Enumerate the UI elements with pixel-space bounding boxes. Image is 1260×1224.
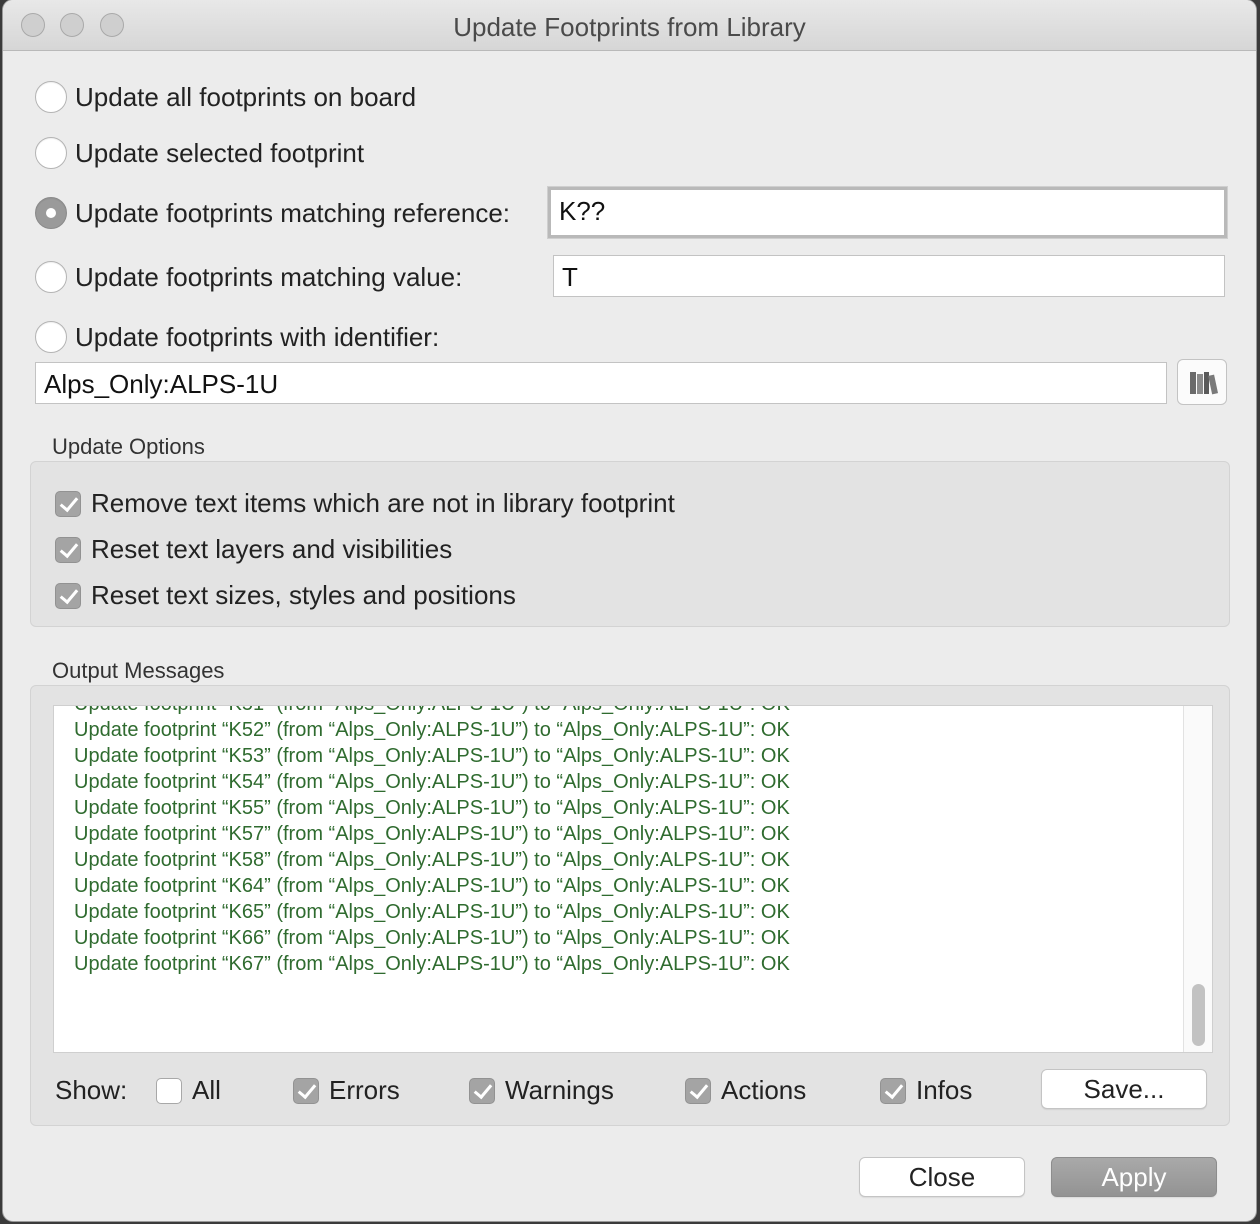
list-item: Update footprint “K57” (from “Alps_Only:… [74,823,790,845]
radio-update-selected[interactable]: Update selected footprint [35,135,364,171]
checkbox[interactable] [293,1077,319,1104]
apply-button[interactable]: Apply [1051,1157,1217,1197]
radio-update-by-reference[interactable]: Update footprints matching reference: [35,195,510,231]
list-item: Update footprint “K58” (from “Alps_Only:… [74,849,790,871]
radio-label: Update all footprints on board [75,81,417,112]
checkbox-label: All [192,1075,221,1105]
vertical-scrollbar[interactable] [1183,706,1212,1052]
list-item: Update footprint “K54” (from “Alps_Only:… [74,771,790,793]
radio-update-by-value[interactable]: Update footprints matching value: [35,259,462,295]
checkbox-label: Infos [916,1075,973,1105]
checkbox[interactable] [55,490,81,517]
radio-label: Update footprints with identifier: [75,321,440,352]
reference-filter-input[interactable]: K?? [548,187,1227,238]
checkbox-label: Actions [721,1075,807,1105]
list-item: Update footprint “K53” (from “Alps_Only:… [74,745,790,767]
reset-text-layers-checkbox[interactable]: Reset text layers and visibilities [55,534,452,565]
scrollbar-thumb[interactable] [1192,984,1205,1046]
checkbox[interactable] [55,582,81,609]
message-list: Update footprint “K51” (from “Alps_Only:… [74,706,790,977]
output-messages-title: Output Messages [52,658,225,683]
list-item: Update footprint “K51” (from “Alps_Only:… [74,706,790,717]
radio-label: Update selected footprint [75,137,365,168]
identifier-input[interactable]: Alps_Only:ALPS-1U [35,362,1167,404]
title-bar[interactable]: Update Footprints from Library [3,0,1256,51]
output-messages-panel[interactable]: Update footprint “K51” (from “Alps_Only:… [53,705,1213,1053]
save-messages-button[interactable]: Save... [1041,1069,1207,1109]
reset-text-sizes-checkbox[interactable]: Reset text sizes, styles and positions [55,580,516,611]
show-infos-checkbox[interactable]: Infos [880,1075,972,1106]
remove-text-items-checkbox[interactable]: Remove text items which are not in libra… [55,488,675,519]
list-item: Update footprint “K64” (from “Alps_Only:… [74,875,790,897]
window-title: Update Footprints from Library [453,12,806,42]
checkbox[interactable] [880,1077,906,1104]
list-item: Update footprint “K65” (from “Alps_Only:… [74,901,790,923]
checkbox[interactable] [55,536,81,563]
radio-button[interactable] [35,137,67,169]
radio-update-by-identifier[interactable]: Update footprints with identifier: [35,319,439,355]
library-books-icon [1190,372,1219,395]
checkbox-label: Reset text sizes, styles and positions [91,580,516,610]
list-item: Update footprint “K52” (from “Alps_Only:… [74,719,790,741]
radio-button[interactable] [35,321,67,353]
checkbox[interactable] [469,1077,495,1104]
radio-label: Update footprints matching reference: [75,197,511,228]
radio-label: Update footprints matching value: [75,261,463,292]
radio-update-all[interactable]: Update all footprints on board [35,79,416,115]
checkbox-label: Errors [329,1075,400,1105]
value-filter-input[interactable]: T [553,255,1225,297]
update-footprints-dialog: Update Footprints from Library Update al… [3,0,1256,1221]
checkbox[interactable] [156,1077,182,1104]
show-all-checkbox[interactable]: All [156,1075,221,1106]
show-filter-label: Show: [55,1075,128,1105]
checkbox[interactable] [685,1077,711,1104]
radio-button[interactable] [35,197,67,229]
list-item: Update footprint “K55” (from “Alps_Only:… [74,797,790,819]
radio-button[interactable] [35,261,67,293]
close-button[interactable]: Close [859,1157,1025,1197]
list-item: Update footprint “K67” (from “Alps_Only:… [74,953,790,975]
show-actions-checkbox[interactable]: Actions [685,1075,806,1106]
show-warnings-checkbox[interactable]: Warnings [469,1075,614,1106]
checkbox-label: Remove text items which are not in libra… [91,488,675,518]
checkbox-label: Warnings [505,1075,614,1105]
checkbox-label: Reset text layers and visibilities [91,534,453,564]
update-options-title: Update Options [52,434,205,459]
list-item: Update footprint “K66” (from “Alps_Only:… [74,927,790,949]
radio-button[interactable] [35,81,67,113]
show-errors-checkbox[interactable]: Errors [293,1075,400,1106]
browse-library-button[interactable] [1177,359,1227,405]
